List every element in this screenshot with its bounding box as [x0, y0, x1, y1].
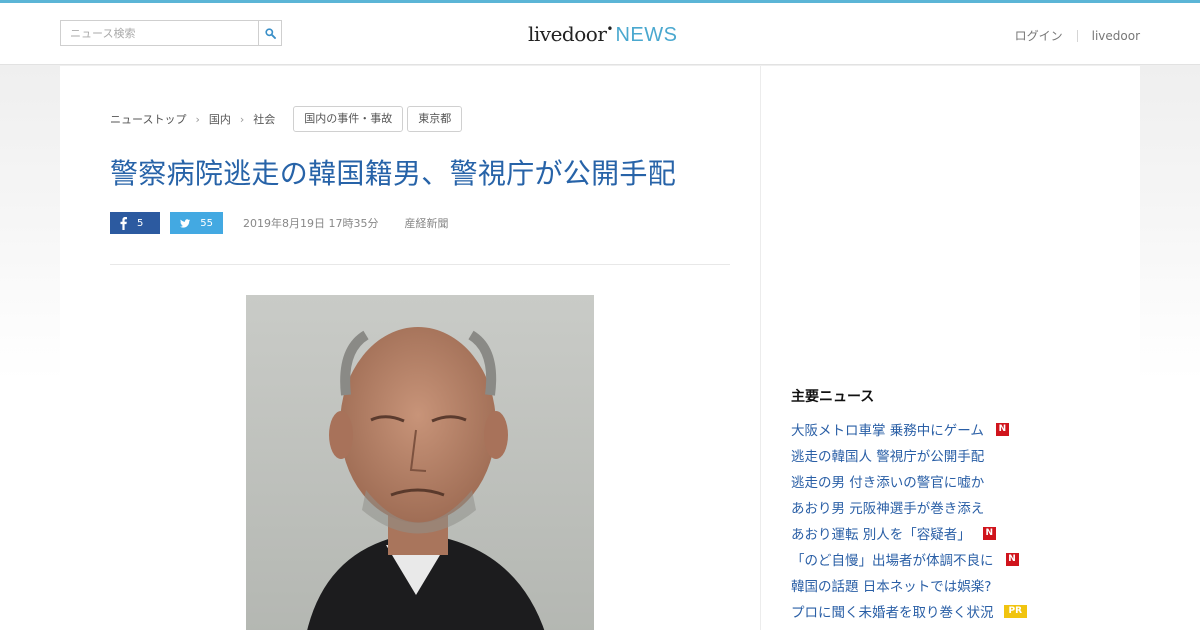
- search-button[interactable]: [258, 20, 282, 46]
- logo-dot: •: [606, 22, 614, 36]
- news-item[interactable]: 韓国の話題 日本ネットでは娯楽?: [791, 572, 1027, 598]
- header-links: ログイン livedoor: [1015, 27, 1140, 44]
- site-header: livedoor • NEWS ログイン livedoor: [0, 3, 1200, 65]
- article-date: 2019年8月19日 17時35分: [243, 217, 379, 230]
- login-link[interactable]: ログイン: [1015, 27, 1063, 44]
- header-divider: [1076, 29, 1078, 42]
- breadcrumb: ニューストップ › 国内 › 社会 国内の事件・事故 東京都: [110, 106, 463, 132]
- news-item-text: 韓国の話題 日本ネットでは娯楽?: [791, 579, 992, 595]
- new-badge: N: [995, 422, 1009, 436]
- article-meta: 5 55 2019年8月19日 17時35分 産経新聞: [110, 212, 448, 234]
- twitter-count: 55: [200, 217, 213, 229]
- facebook-icon: [120, 216, 127, 230]
- news-item-text: あおり運転 別人を「容疑者」: [791, 527, 971, 543]
- logo-news: NEWS: [615, 24, 678, 46]
- article-photo: [246, 295, 594, 630]
- news-item[interactable]: 逃走の韓国人 警視庁が公開手配: [791, 442, 1027, 468]
- tag-tokyo[interactable]: 東京都: [407, 106, 463, 132]
- article-title: 警察病院逃走の韓国籍男、警視庁が公開手配: [110, 157, 677, 190]
- news-item[interactable]: 大阪メトロ車掌 乗務中にゲーム N: [791, 416, 1027, 442]
- article-divider: [110, 264, 730, 265]
- news-item-text: 逃走の韓国人 警視庁が公開手配: [791, 449, 985, 465]
- news-item[interactable]: あおり男 元阪神選手が巻き添え: [791, 494, 1027, 520]
- chevron-right-icon: ›: [195, 112, 200, 126]
- news-item-text: 逃走の男 付き添いの警官に嘘か: [791, 475, 985, 491]
- breadcrumb-society[interactable]: 社会: [253, 111, 275, 127]
- breadcrumb-domestic[interactable]: 国内: [209, 111, 231, 127]
- search-box: [60, 20, 282, 46]
- main-news-list: 大阪メトロ車掌 乗務中にゲーム N 逃走の韓国人 警視庁が公開手配 逃走の男 付…: [791, 416, 1028, 624]
- new-badge: N: [982, 526, 996, 540]
- twitter-icon: [180, 218, 191, 228]
- article-column: ニューストップ › 国内 › 社会 国内の事件・事故 東京都 警察病院逃走の韓国…: [60, 66, 760, 630]
- news-item[interactable]: あおり運転 別人を「容疑者」 N: [791, 520, 1027, 546]
- facebook-share-button[interactable]: 5: [110, 212, 160, 234]
- news-item-text: 「のど自慢」出場者が体調不良に: [791, 553, 994, 569]
- new-badge: N: [1005, 552, 1019, 566]
- twitter-share-button[interactable]: 55: [170, 212, 223, 234]
- logo-livedoor: livedoor: [528, 22, 607, 46]
- sidebar-heading: 主要ニュース: [791, 389, 875, 405]
- pr-badge: PR: [1003, 604, 1028, 618]
- news-item-text: 大阪メトロ車掌 乗務中にゲーム: [791, 423, 984, 439]
- news-item[interactable]: 「のど自慢」出場者が体調不良に N: [791, 546, 1027, 572]
- facebook-count: 5: [137, 217, 144, 229]
- livedoor-link[interactable]: livedoor: [1092, 29, 1140, 43]
- tag-domestic-incidents[interactable]: 国内の事件・事故: [293, 106, 404, 132]
- search-input[interactable]: [60, 20, 258, 46]
- site-logo[interactable]: livedoor • NEWS: [528, 22, 677, 47]
- news-item-text: あおり男 元阪神選手が巻き添え: [791, 501, 985, 517]
- search-icon: [264, 27, 276, 39]
- breadcrumb-news-top[interactable]: ニューストップ: [110, 111, 186, 127]
- sidebar: 主要ニュース 大阪メトロ車掌 乗務中にゲーム N 逃走の韓国人 警視庁が公開手配…: [760, 66, 1140, 630]
- news-item-text: プロに聞く未婚者を取り巻く状況: [791, 605, 994, 621]
- news-item[interactable]: プロに聞く未婚者を取り巻く状況 PR: [791, 598, 1028, 624]
- news-item[interactable]: 逃走の男 付き添いの警官に嘘か: [791, 468, 1027, 494]
- article-source[interactable]: 産経新聞: [404, 215, 448, 231]
- chevron-right-icon: ›: [239, 112, 245, 126]
